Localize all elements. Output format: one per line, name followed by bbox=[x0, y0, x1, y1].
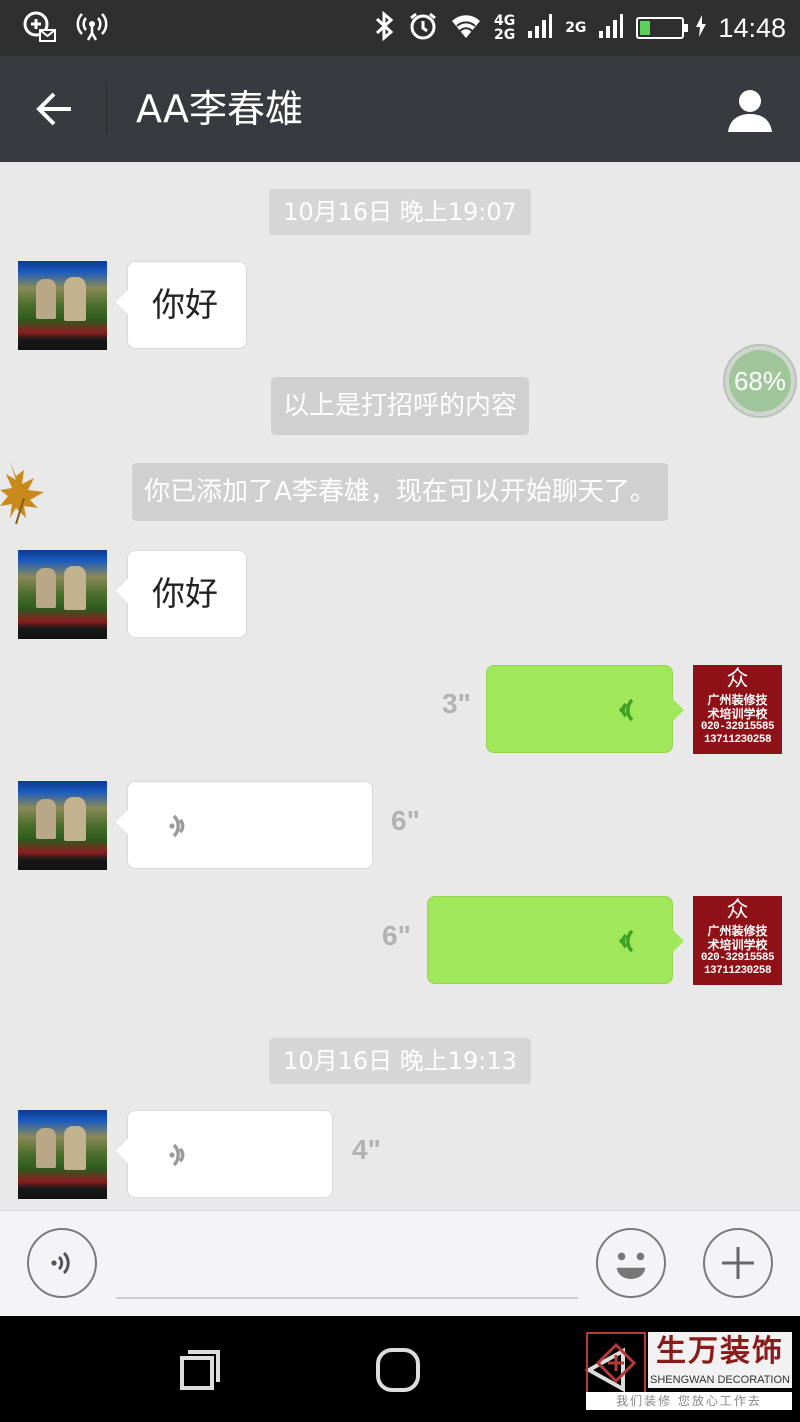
status-bar: 4G 2G 2G 14:48 bbox=[0, 0, 800, 56]
message-text: 你好 bbox=[152, 574, 218, 613]
self-avatar[interactable]: 众 广州装修技 术培训学校 020-32915585 13711230258 bbox=[693, 665, 782, 754]
hotspot-icon bbox=[74, 10, 110, 46]
contact-avatar[interactable] bbox=[18, 1110, 107, 1199]
person-icon bbox=[728, 90, 772, 132]
network-type-4g: 4G 2G bbox=[493, 13, 516, 43]
voice-icon bbox=[51, 1251, 70, 1275]
maple-leaf-icon bbox=[0, 458, 56, 534]
bluetooth-icon bbox=[374, 10, 396, 45]
clock: 14:48 bbox=[718, 12, 786, 43]
contact-avatar[interactable] bbox=[18, 781, 107, 870]
voice-playing-icon bbox=[619, 698, 634, 722]
voice-icon bbox=[169, 814, 185, 838]
contact-avatar[interactable] bbox=[18, 550, 107, 639]
timestamp: 10月16日 晚上19:07 bbox=[269, 189, 531, 235]
watermark-slogan: 我们装修 您放心工作去 bbox=[586, 1392, 792, 1410]
contact-profile-button[interactable] bbox=[722, 82, 778, 138]
watermark-logo: 生万装饰 SHENGWAN DECORATION 我们装修 您放心工作去 bbox=[586, 1332, 792, 1410]
contact-avatar[interactable] bbox=[18, 261, 107, 350]
wifi-icon bbox=[450, 12, 482, 44]
back-arrow-icon bbox=[36, 92, 71, 126]
voice-input-button[interactable] bbox=[27, 1228, 97, 1298]
plus-icon bbox=[722, 1247, 754, 1279]
network-type-2g: 2G bbox=[565, 20, 587, 36]
chat-header: AA李春雄 bbox=[0, 56, 800, 162]
system-message: 你已添加了A李春雄，现在可以开始聊天了。 bbox=[132, 463, 668, 521]
back-button[interactable] bbox=[20, 84, 90, 134]
watermark-subtitle: SHENGWAN DECORATION bbox=[648, 1372, 792, 1388]
message-bubble[interactable]: 你好 bbox=[116, 550, 247, 638]
battery-icon bbox=[636, 17, 689, 39]
header-divider bbox=[106, 84, 107, 134]
voice-message-bubble[interactable] bbox=[116, 781, 373, 869]
timestamp: 10月16日 晚上19:13 bbox=[269, 1038, 531, 1084]
message-bubble[interactable]: 你好 bbox=[116, 261, 247, 349]
smiley-icon bbox=[616, 1252, 646, 1280]
floating-progress-badge[interactable]: 68% bbox=[723, 344, 797, 418]
notification-icon bbox=[22, 10, 58, 46]
alarm-icon bbox=[408, 11, 438, 45]
voice-duration: 4" bbox=[352, 1134, 381, 1165]
emoji-button[interactable] bbox=[596, 1228, 666, 1298]
recent-apps-button[interactable] bbox=[170, 1340, 230, 1400]
voice-playing-icon bbox=[619, 929, 634, 953]
home-icon bbox=[376, 1348, 420, 1392]
voice-duration: 6" bbox=[391, 805, 420, 836]
watermark-emblem-icon bbox=[586, 1332, 646, 1394]
signal-icon-2 bbox=[598, 13, 624, 43]
chat-area[interactable]: 10月16日 晚上19:07 你好 以上是打招呼的内容 你已添加了A李春雄，现在… bbox=[0, 162, 800, 1210]
watermark-title: 生万装饰 bbox=[648, 1332, 792, 1372]
self-avatar[interactable]: 众 广州装修技 术培训学校 020-32915585 13711230258 bbox=[693, 896, 782, 985]
chat-title: AA李春雄 bbox=[136, 87, 304, 131]
recent-apps-icon bbox=[180, 1350, 220, 1390]
home-button[interactable] bbox=[368, 1340, 428, 1400]
voice-icon bbox=[169, 1143, 185, 1167]
signal-icon-1 bbox=[527, 13, 553, 43]
voice-duration: 3" bbox=[442, 688, 471, 719]
system-message: 以上是打招呼的内容 bbox=[270, 377, 530, 435]
input-bar bbox=[0, 1210, 800, 1316]
message-input[interactable] bbox=[116, 1233, 578, 1299]
charging-icon bbox=[696, 15, 707, 41]
more-button[interactable] bbox=[703, 1228, 773, 1298]
battery-level bbox=[640, 21, 651, 35]
voice-message-bubble[interactable] bbox=[427, 896, 684, 984]
voice-message-bubble[interactable] bbox=[116, 1110, 333, 1198]
voice-message-bubble[interactable] bbox=[486, 665, 684, 753]
voice-duration: 6" bbox=[382, 920, 411, 951]
message-text: 你好 bbox=[152, 285, 218, 324]
